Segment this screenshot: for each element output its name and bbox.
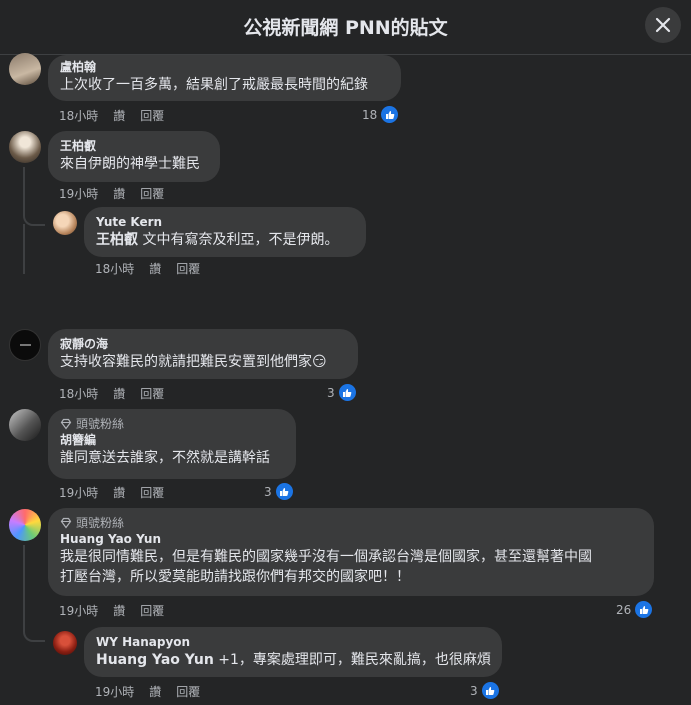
smirk-emoji-icon: 😏 xyxy=(312,354,327,370)
comment-author[interactable]: 寂靜の海 xyxy=(60,336,346,352)
reply-button[interactable]: 回覆 xyxy=(140,185,164,202)
dialog-title: 公視新聞網 PNN的貼文 xyxy=(243,17,448,39)
comment-actions: 18小時 讚 回覆 xyxy=(59,107,164,124)
thread-connector xyxy=(23,620,45,642)
reply-actions: 18小時 讚 回覆 xyxy=(95,260,200,277)
comment-time[interactable]: 18小時 xyxy=(59,385,98,402)
thumbs-up-icon xyxy=(380,105,400,124)
thumbs-up-icon xyxy=(634,600,654,619)
reply-bubble: WY Hanapyon Huang Yao Yun +1，專案處理即可，難民來亂… xyxy=(84,627,502,677)
avatar[interactable] xyxy=(9,409,41,441)
mention-link[interactable]: 王柏叡 xyxy=(96,232,138,248)
reply-author[interactable]: WY Hanapyon xyxy=(96,634,490,650)
like-button[interactable]: 讚 xyxy=(113,602,125,619)
reply-button[interactable]: 回覆 xyxy=(140,484,164,501)
avatar[interactable] xyxy=(9,509,41,541)
comment-text: 誰同意送去誰家，不然就是講幹話 xyxy=(60,450,270,466)
avatar[interactable] xyxy=(53,211,77,235)
top-fan-badge: 頭號粉絲 xyxy=(60,515,642,531)
comment-bubble: 頭號粉絲 Huang Yao Yun 我是很同情難民，但是有難民的國家幾乎沒有一… xyxy=(48,508,654,596)
thumbs-up-icon xyxy=(337,383,357,402)
avatar[interactable] xyxy=(9,53,41,85)
avatar[interactable] xyxy=(9,131,41,163)
comment-actions: 19小時 讚 回覆 xyxy=(59,484,164,501)
comment-time[interactable]: 18小時 xyxy=(59,107,98,124)
comment-time[interactable]: 19小時 xyxy=(59,484,98,501)
comment-text-line: 我是很同情難民，但是有難民的國家幾乎沒有一個承認台灣是個國家，甚至還幫著中國 xyxy=(60,549,592,565)
comment-actions: 18小時 讚 回覆 xyxy=(59,385,164,402)
thread-line xyxy=(23,224,25,274)
reply-author[interactable]: Yute Kern xyxy=(96,214,354,230)
comment-text: 來自伊朗的神學士難民 xyxy=(60,156,200,172)
comment-text-line: 打壓台灣，所以愛莫能助請找跟你們有邦交的國家吧！！ xyxy=(60,569,410,585)
reply-actions: 19小時 讚 回覆 xyxy=(95,683,200,700)
comment-author[interactable]: 胡簪編 xyxy=(60,432,284,448)
comment-bubble: 頭號粉絲 胡簪編 誰同意送去誰家，不然就是講幹話 xyxy=(48,409,296,479)
like-button[interactable]: 讚 xyxy=(149,683,161,700)
dialog-header: 公視新聞網 PNN的貼文 xyxy=(0,0,691,55)
reply-time[interactable]: 18小時 xyxy=(95,260,134,277)
thread-connector xyxy=(23,200,45,226)
reply-bubble: Yute Kern 王柏叡 文中有寫奈及利亞，不是伊朗。 xyxy=(84,207,366,257)
comment-bubble: 盧柏翰 上次收了一百多萬，結果創了戒嚴最長時間的紀錄 xyxy=(48,55,401,101)
comment-time[interactable]: 19小時 xyxy=(59,602,98,619)
reply-button[interactable]: 回覆 xyxy=(176,260,200,277)
like-button[interactable]: 讚 xyxy=(113,185,125,202)
like-button[interactable]: 讚 xyxy=(113,385,125,402)
reply-text: Huang Yao Yun +1，專案處理即可，難民來亂搞，也很麻煩 xyxy=(96,652,491,668)
close-icon xyxy=(655,17,671,33)
comment-author[interactable]: Huang Yao Yun xyxy=(60,531,642,547)
reply-button[interactable]: 回覆 xyxy=(140,602,164,619)
comment-actions: 19小時 讚 回覆 xyxy=(59,602,164,619)
comment-bubble: 王柏叡 來自伊朗的神學士難民 xyxy=(48,131,220,182)
reaction-count[interactable]: 18 xyxy=(362,105,400,124)
avatar-mark xyxy=(20,344,31,346)
reply-text: 王柏叡 文中有寫奈及利亞，不是伊朗。 xyxy=(96,232,339,248)
comment-bubble: 寂靜の海 支持收容難民的就請把難民安置到他們家😏 xyxy=(48,329,358,379)
avatar[interactable] xyxy=(9,329,41,361)
reply-button[interactable]: 回覆 xyxy=(140,385,164,402)
diamond-icon xyxy=(60,517,72,529)
comment-text: 上次收了一百多萬，結果創了戒嚴最長時間的紀錄 xyxy=(60,77,368,93)
thumbs-up-icon xyxy=(274,482,294,501)
top-fan-badge: 頭號粉絲 xyxy=(60,416,284,432)
like-button[interactable]: 讚 xyxy=(113,107,125,124)
reaction-count[interactable]: 3 xyxy=(264,482,294,501)
reaction-count[interactable]: 26 xyxy=(616,600,654,619)
thread-line xyxy=(23,545,25,625)
reaction-count[interactable]: 3 xyxy=(327,383,357,402)
mention-link[interactable]: Huang Yao Yun xyxy=(96,652,214,668)
like-button[interactable]: 讚 xyxy=(113,484,125,501)
close-button[interactable] xyxy=(645,7,681,43)
reply-button[interactable]: 回覆 xyxy=(140,107,164,124)
reply-time[interactable]: 19小時 xyxy=(95,683,134,700)
thumbs-up-icon xyxy=(480,681,500,700)
comment-text: 支持收容難民的就請把難民安置到他們家😏 xyxy=(60,354,327,370)
avatar[interactable] xyxy=(53,631,77,655)
reply-button[interactable]: 回覆 xyxy=(176,683,200,700)
diamond-icon xyxy=(60,418,72,430)
comment-actions: 19小時 讚 回覆 xyxy=(59,185,164,202)
comment-author[interactable]: 王柏叡 xyxy=(60,138,208,154)
comment-author[interactable]: 盧柏翰 xyxy=(60,59,389,75)
reaction-count[interactable]: 3 xyxy=(470,681,500,700)
like-button[interactable]: 讚 xyxy=(149,260,161,277)
comment-time[interactable]: 19小時 xyxy=(59,185,98,202)
